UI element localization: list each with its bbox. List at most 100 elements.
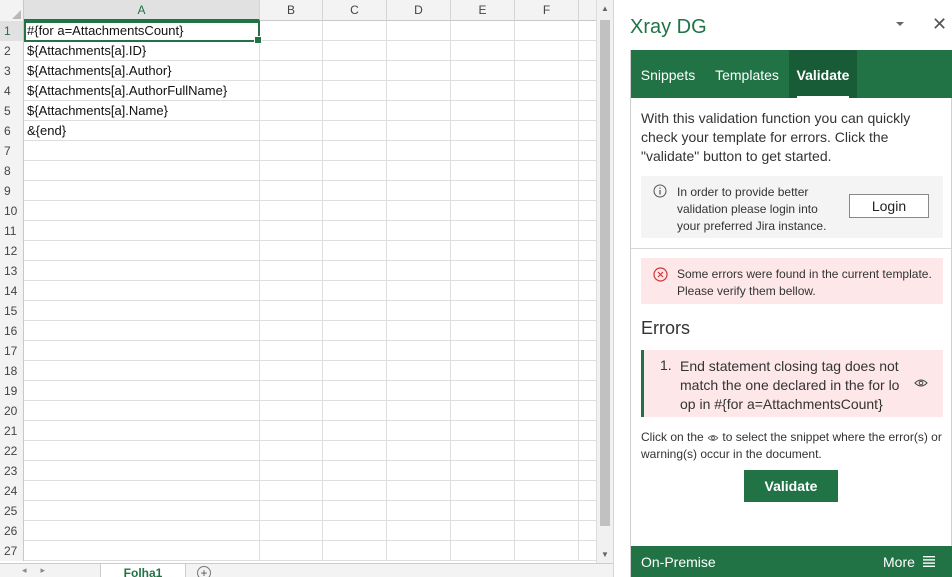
scroll-down-arrow-icon[interactable]: ▼ (597, 546, 613, 563)
cell-g15[interactable] (579, 301, 596, 321)
cell-g24[interactable] (579, 481, 596, 501)
cell-f16[interactable] (515, 321, 579, 341)
cell-g22[interactable] (579, 441, 596, 461)
cell-b16[interactable] (260, 321, 323, 341)
cell-b21[interactable] (260, 421, 323, 441)
cell-e18[interactable] (451, 361, 515, 381)
cell-f1[interactable] (515, 21, 579, 41)
cell-f8[interactable] (515, 161, 579, 181)
cell-d7[interactable] (387, 141, 451, 161)
cell-g13[interactable] (579, 261, 596, 281)
cell-a26[interactable] (24, 521, 260, 541)
column-header-b[interactable]: B (260, 0, 323, 21)
cell-g2[interactable] (579, 41, 596, 61)
column-header-d[interactable]: D (387, 0, 451, 21)
cell-g23[interactable] (579, 461, 596, 481)
cell-d19[interactable] (387, 381, 451, 401)
cell-b6[interactable] (260, 121, 323, 141)
cell-b14[interactable] (260, 281, 323, 301)
column-header-c[interactable]: C (323, 0, 387, 21)
login-button[interactable]: Login (849, 194, 929, 218)
cell-g9[interactable] (579, 181, 596, 201)
cell-f4[interactable] (515, 81, 579, 101)
cell-a11[interactable] (24, 221, 260, 241)
cell-f19[interactable] (515, 381, 579, 401)
cell-f5[interactable] (515, 101, 579, 121)
cell-g4[interactable] (579, 81, 596, 101)
cell-g26[interactable] (579, 521, 596, 541)
cell-f24[interactable] (515, 481, 579, 501)
row-header[interactable]: 10 (0, 201, 24, 221)
cell-c23[interactable] (323, 461, 387, 481)
cell-e17[interactable] (451, 341, 515, 361)
cell-a13[interactable] (24, 261, 260, 281)
row-header[interactable]: 2 (0, 41, 24, 61)
cell-c19[interactable] (323, 381, 387, 401)
cell-e16[interactable] (451, 321, 515, 341)
chevron-down-icon[interactable] (894, 18, 906, 30)
cell-e7[interactable] (451, 141, 515, 161)
cell-f15[interactable] (515, 301, 579, 321)
cell-e6[interactable] (451, 121, 515, 141)
cell-c2[interactable] (323, 41, 387, 61)
cell-e8[interactable] (451, 161, 515, 181)
cell-d2[interactable] (387, 41, 451, 61)
cell-b3[interactable] (260, 61, 323, 81)
cell-g16[interactable] (579, 321, 596, 341)
cell-e12[interactable] (451, 241, 515, 261)
cell-e15[interactable] (451, 301, 515, 321)
cell-a27[interactable] (24, 541, 260, 561)
cell-a5[interactable]: ${Attachments[a].Name} (24, 101, 260, 121)
cell-c6[interactable] (323, 121, 387, 141)
cell-c24[interactable] (323, 481, 387, 501)
cell-b8[interactable] (260, 161, 323, 181)
row-header[interactable]: 11 (0, 221, 24, 241)
cell-a24[interactable] (24, 481, 260, 501)
cell-c25[interactable] (323, 501, 387, 521)
cell-a2[interactable]: ${Attachments[a].ID} (24, 41, 260, 61)
row-header[interactable]: 14 (0, 281, 24, 301)
row-header[interactable]: 20 (0, 401, 24, 421)
cell-f3[interactable] (515, 61, 579, 81)
eye-icon[interactable] (914, 378, 928, 388)
cell-f26[interactable] (515, 521, 579, 541)
sheet-nav-arrows-icon[interactable]: ◂▸ (22, 565, 59, 576)
cell-c8[interactable] (323, 161, 387, 181)
cell-a14[interactable] (24, 281, 260, 301)
cell-e10[interactable] (451, 201, 515, 221)
row-header[interactable]: 16 (0, 321, 24, 341)
cell-a23[interactable] (24, 461, 260, 481)
cell-f25[interactable] (515, 501, 579, 521)
row-header[interactable]: 12 (0, 241, 24, 261)
cell-b15[interactable] (260, 301, 323, 321)
tab-validate[interactable]: Validate (789, 50, 857, 98)
cell-a3[interactable]: ${Attachments[a].Author} (24, 61, 260, 81)
cell-g11[interactable] (579, 221, 596, 241)
cell-a7[interactable] (24, 141, 260, 161)
cell-e25[interactable] (451, 501, 515, 521)
cell-c21[interactable] (323, 421, 387, 441)
cell-e20[interactable] (451, 401, 515, 421)
row-header[interactable]: 4 (0, 81, 24, 101)
cell-f6[interactable] (515, 121, 579, 141)
cell-e14[interactable] (451, 281, 515, 301)
cell-a25[interactable] (24, 501, 260, 521)
cell-d22[interactable] (387, 441, 451, 461)
cell-d23[interactable] (387, 461, 451, 481)
cell-b22[interactable] (260, 441, 323, 461)
sheet-tab-folha1[interactable]: Folha1 (100, 564, 186, 577)
cell-f7[interactable] (515, 141, 579, 161)
cell-d27[interactable] (387, 541, 451, 561)
cell-c18[interactable] (323, 361, 387, 381)
row-header[interactable]: 15 (0, 301, 24, 321)
cell-c15[interactable] (323, 301, 387, 321)
row-header[interactable]: 3 (0, 61, 24, 81)
cell-g1[interactable] (579, 21, 596, 41)
cell-b20[interactable] (260, 401, 323, 421)
cell-d13[interactable] (387, 261, 451, 281)
column-header-e[interactable]: E (451, 0, 515, 21)
row-header[interactable]: 26 (0, 521, 24, 541)
cell-e2[interactable] (451, 41, 515, 61)
spreadsheet-grid[interactable]: A B C D E F 1 #{for a=AttachmentsCount} 2 $… (0, 0, 596, 563)
cell-c17[interactable] (323, 341, 387, 361)
